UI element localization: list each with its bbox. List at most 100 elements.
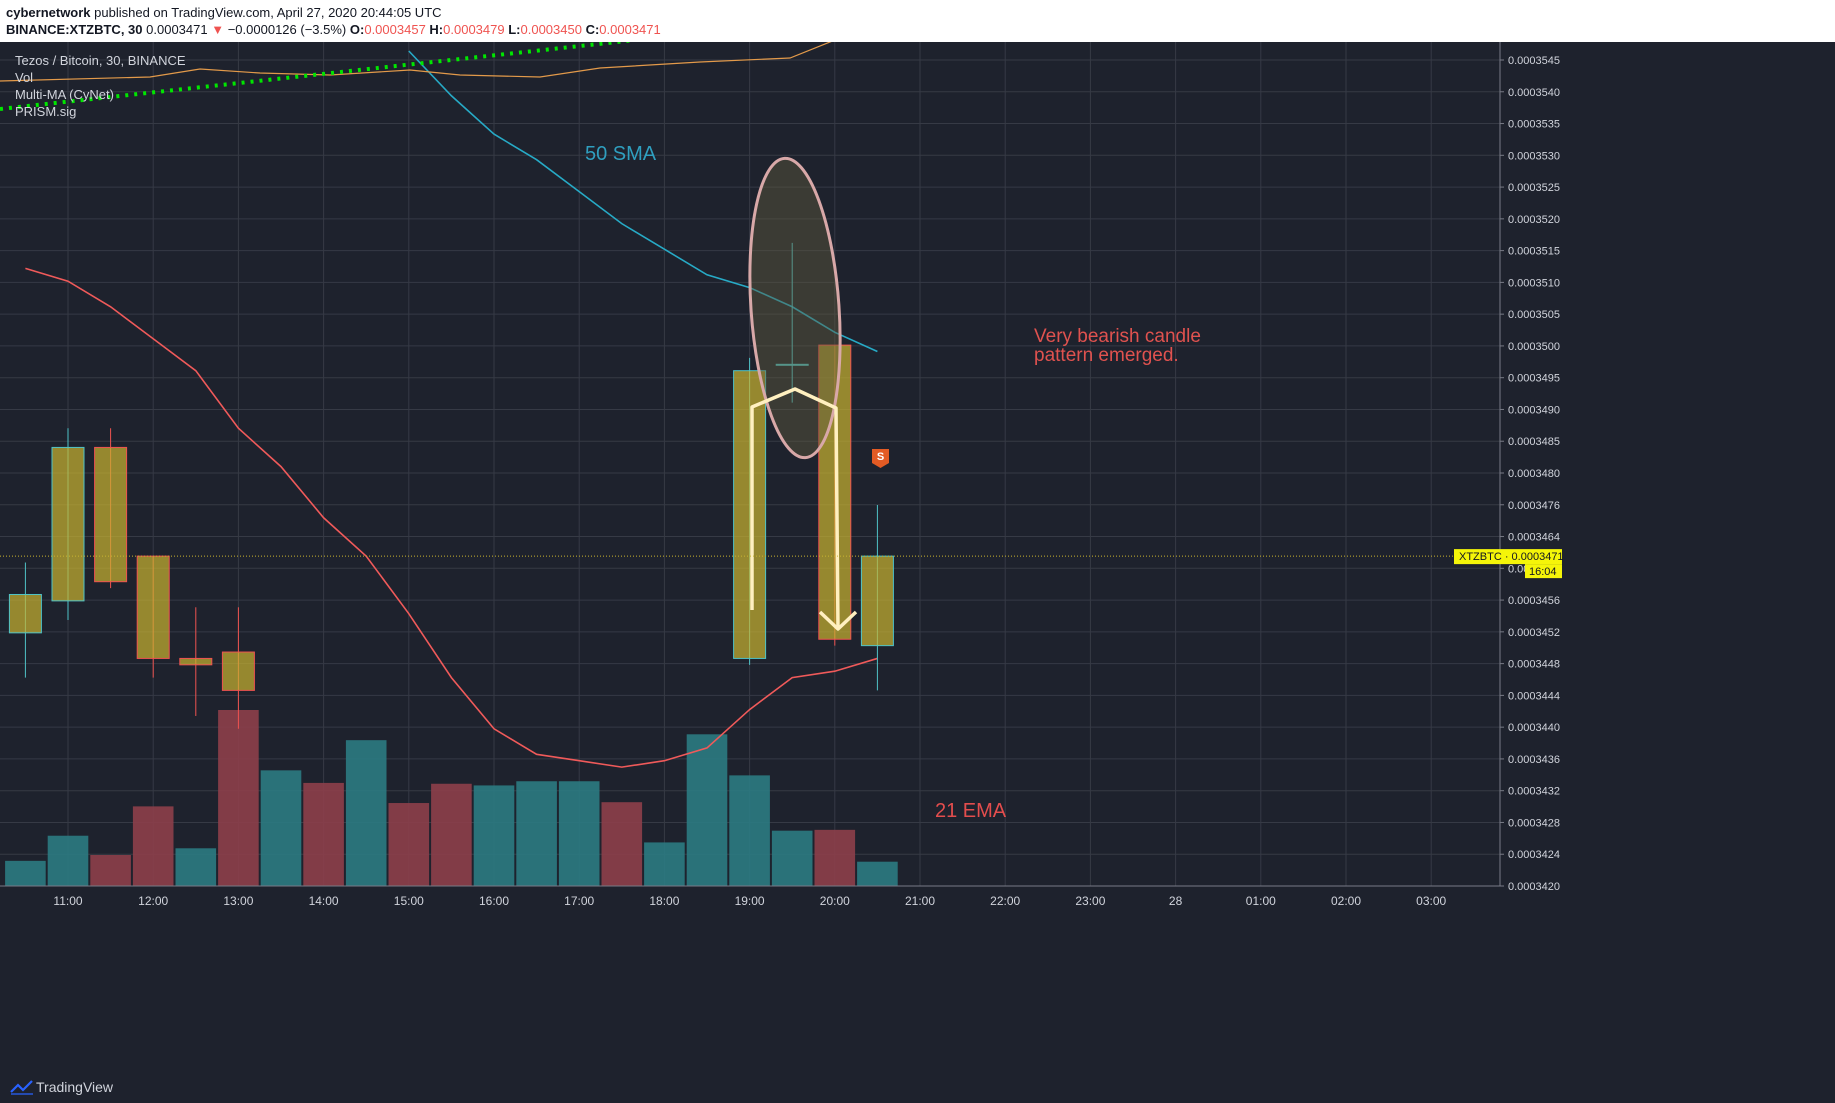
y-tick-label: 0.0003535 — [1508, 119, 1560, 131]
x-tick-label: 18:00 — [649, 894, 679, 908]
chart-legend: Tezos / Bitcoin, 30, BINANCE Vol Multi-M… — [15, 52, 186, 120]
volume-bar — [857, 861, 898, 886]
footer-bar: TradingView — [0, 1071, 1835, 1103]
low-value: 0.0003450 — [520, 22, 582, 37]
close-value: 0.0003471 — [599, 22, 661, 37]
sma-label: 50 SMA — [585, 143, 657, 165]
candle-body — [733, 370, 767, 659]
note-line-2: pattern emerged. — [1034, 345, 1179, 366]
published-text: published on TradingView.com, April 27, … — [90, 5, 442, 20]
y-tick-label: 0.0003448 — [1508, 659, 1560, 671]
x-tick-label: 28 — [1169, 894, 1183, 908]
volume-bar — [601, 802, 643, 886]
symbol-label: BINANCE:XTZBTC, 30 — [6, 22, 143, 37]
candle-body — [136, 555, 170, 659]
y-tick-label: 0.0003428 — [1508, 817, 1560, 829]
countdown-label: 16:04 — [1529, 566, 1557, 578]
volume-bar — [516, 781, 557, 886]
volume-bar — [473, 785, 515, 886]
y-tick-label: 0.0003510 — [1508, 277, 1560, 289]
volume-bar — [771, 830, 813, 886]
volume-bar — [132, 806, 174, 886]
x-tick-label: 12:00 — [138, 894, 168, 908]
candle-body — [51, 446, 85, 602]
candle-body — [179, 657, 213, 666]
low-label: L: — [508, 22, 521, 37]
price-change: −0.0000126 (−3.5%) — [227, 22, 347, 37]
y-tick-label: 0.0003520 — [1508, 214, 1560, 226]
y-tick-label: 0.0003485 — [1508, 436, 1560, 448]
x-tick-label: 17:00 — [564, 894, 594, 908]
y-tick-label: 0.0003432 — [1508, 786, 1560, 798]
candle-body — [94, 446, 128, 583]
volume-bar — [5, 860, 46, 886]
high-value: 0.0003479 — [443, 22, 505, 37]
candle-body — [221, 651, 255, 691]
y-tick-label: 0.0003424 — [1508, 849, 1560, 861]
legend-item-multi-ma[interactable]: Multi-MA (CyNet) — [15, 86, 186, 103]
x-tick-label: 19:00 — [735, 894, 765, 908]
volume-bar — [175, 848, 217, 886]
high-label: H: — [429, 22, 444, 37]
last-price: 0.0003471 — [146, 22, 208, 37]
x-tick-label: 22:00 — [990, 894, 1020, 908]
x-tick-label: 01:00 — [1246, 894, 1276, 908]
y-tick-label: 0.0003530 — [1508, 150, 1560, 162]
volume-bar — [814, 829, 856, 886]
y-tick-label: 0.0003436 — [1508, 754, 1560, 766]
open-value: 0.0003457 — [364, 22, 426, 37]
publish-info: cybernetwork published on TradingView.co… — [6, 5, 442, 20]
price-chart[interactable]: S 0.0003545 0.0003540 0.0003535 0.0003530 0.… — [0, 42, 1835, 1071]
y-tick-label: 0.0003452 — [1508, 627, 1560, 639]
volume-bar — [388, 803, 430, 886]
y-tick-label: 0.0003476 — [1508, 500, 1560, 512]
volume-bar — [686, 734, 728, 886]
x-tick-label: 03:00 — [1416, 894, 1446, 908]
x-tick-label: 21:00 — [905, 894, 935, 908]
symbol-ohlc-line: BINANCE:XTZBTC, 30 0.0003471 ▼ −0.000012… — [6, 22, 661, 37]
legend-item-prism[interactable]: PRISM.sig — [15, 103, 186, 120]
volume-bar — [558, 781, 600, 886]
tradingview-logo-icon[interactable] — [10, 1079, 34, 1095]
candle-body — [8, 593, 42, 634]
volume-bar — [47, 835, 89, 886]
x-tick-label: 15:00 — [394, 894, 424, 908]
legend-title[interactable]: Tezos / Bitcoin, 30, BINANCE — [15, 52, 186, 69]
volume-bar — [303, 782, 344, 886]
x-tick-label: 20:00 — [820, 894, 850, 908]
y-tick-label: 0.0003420 — [1508, 881, 1560, 893]
y-tick-label: 0.0003495 — [1508, 373, 1560, 385]
x-tick-label: 02:00 — [1331, 894, 1361, 908]
volume-bar — [431, 783, 472, 886]
y-tick-label: 0.0003480 — [1508, 468, 1560, 480]
y-tick-label: 0.0003525 — [1508, 182, 1560, 194]
publish-header: cybernetwork published on TradingView.co… — [0, 0, 1835, 42]
ema-label: 21 EMA — [935, 800, 1007, 822]
publisher-name[interactable]: cybernetwork — [6, 5, 91, 20]
volume-bar — [260, 770, 302, 886]
y-tick-label: 0.0003490 — [1508, 404, 1560, 416]
y-tick-label: 0.0003440 — [1508, 722, 1560, 734]
x-tick-label: 13:00 — [223, 894, 253, 908]
y-tick-label: 0.0003505 — [1508, 309, 1560, 321]
y-tick-label: 0.0003464 — [1508, 532, 1560, 544]
y-tick-label: 0.0003540 — [1508, 87, 1560, 99]
footer-brand[interactable]: TradingView — [36, 1079, 113, 1095]
y-tick-label: 0.0003545 — [1508, 55, 1560, 67]
y-tick-label: 0.0003444 — [1508, 690, 1560, 702]
y-tick-label: 0.0003515 — [1508, 246, 1560, 258]
x-tick-label: 16:00 — [479, 894, 509, 908]
x-tick-label: 11:00 — [53, 894, 82, 908]
volume-bar — [218, 710, 259, 886]
x-tick-label: 23:00 — [1075, 894, 1105, 908]
candle-body — [860, 555, 894, 647]
y-tick-label: 0.0003456 — [1508, 595, 1560, 607]
y-tick-label: 0.0003500 — [1508, 341, 1560, 353]
volume-bar — [345, 740, 387, 886]
sell-signal-label: S — [877, 451, 884, 463]
volume-bar — [90, 854, 131, 886]
volume-bar — [729, 775, 770, 886]
x-tick-label: 14:00 — [309, 894, 339, 908]
down-arrow-icon: ▼ — [211, 22, 225, 37]
legend-item-vol[interactable]: Vol — [15, 69, 186, 86]
